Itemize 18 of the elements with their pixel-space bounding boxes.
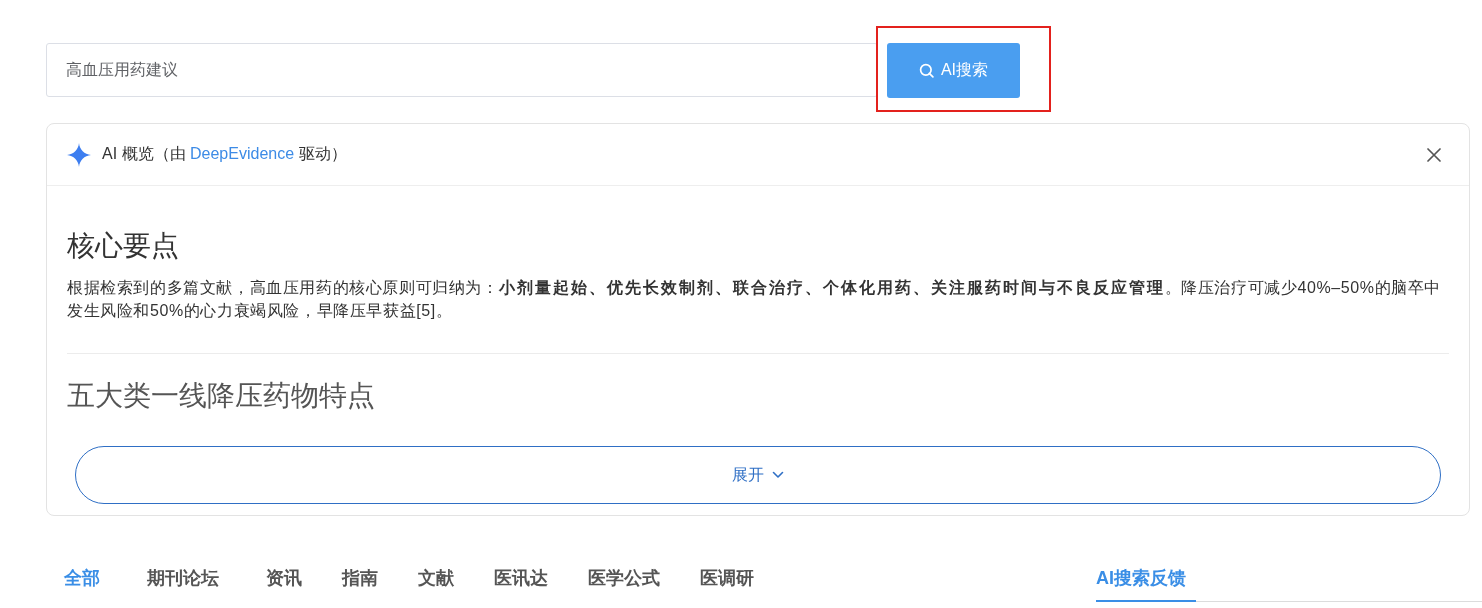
tab[interactable]: 资讯 (266, 561, 302, 595)
tab[interactable]: 医学公式 (588, 561, 660, 595)
tab[interactable]: 指南 (342, 561, 378, 595)
overview-title: AI 概览（由 DeepEvidence 驱动） (102, 144, 347, 164)
deepevidence-link[interactable]: DeepEvidence (190, 145, 295, 162)
expand-button[interactable]: 展开 (75, 446, 1441, 504)
section-heading: 核心要点 (67, 229, 180, 263)
close-button[interactable] (1427, 147, 1441, 162)
close-icon (1427, 147, 1441, 162)
tab[interactable]: 文献 (418, 561, 454, 595)
search-icon (918, 63, 934, 78)
sparkle-icon (67, 142, 91, 167)
tab[interactable]: 医调研 (700, 561, 754, 595)
search-field[interactable]: 高血压用药建议 (46, 43, 878, 97)
tab[interactable]: 医讯达 (494, 561, 548, 595)
tab[interactable]: 期刊论坛 (147, 561, 219, 595)
section-heading: 五大类一线降压药物特点 (67, 379, 376, 413)
section-paragraph: 根据检索到的多篇文献，高血压用药的核心原则可归纳为：小剂量起始、优先长效制剂、联合治疗、个体化用药、关注服药时间与不良反应管理。降压治疗可减少40%–50%的脑卒中发生风险和50%的心力衰竭风险，早降压早获益[5]。 (67, 278, 1442, 321)
